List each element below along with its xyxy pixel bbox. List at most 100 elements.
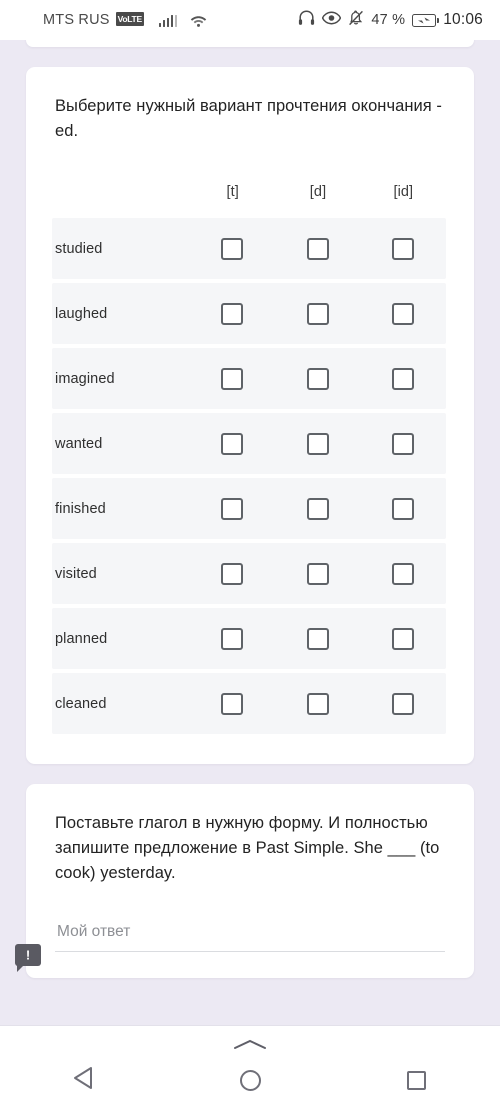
recents-square-icon xyxy=(407,1070,427,1090)
grid-cell-laughed-t[interactable] xyxy=(189,302,275,325)
alert-tooltip-icon[interactable]: ! xyxy=(15,944,41,972)
grid-cell-finished-t[interactable] xyxy=(189,497,275,520)
grid-cell-visited-d[interactable] xyxy=(275,562,361,585)
grid-cell-planned-t[interactable] xyxy=(189,627,275,650)
grid-cell-visited-id[interactable] xyxy=(360,562,446,585)
checkbox-icon[interactable] xyxy=(392,497,415,520)
grid-row-laughed: laughed xyxy=(52,283,446,344)
grid-column-headers: [t] [d] [id] xyxy=(26,184,474,200)
answer-input[interactable] xyxy=(55,923,445,952)
grid-row-visited: visited xyxy=(52,543,446,604)
grid-row-label: finished xyxy=(55,500,106,517)
nav-button-row xyxy=(0,1060,500,1100)
grid-row-studied: studied xyxy=(52,218,446,279)
status-bar-right: 47 % 10:06 xyxy=(298,9,483,31)
checkbox-icon[interactable] xyxy=(306,432,329,455)
checkbox-icon[interactable] xyxy=(392,627,415,650)
grid-cell-studied-t[interactable] xyxy=(189,237,275,260)
battery-charging-icon xyxy=(412,13,440,27)
grid-row-planned: planned xyxy=(52,608,446,669)
grid-cell-wanted-d[interactable] xyxy=(275,432,361,455)
grid-cell-cleaned-t[interactable] xyxy=(189,692,275,715)
status-bar: MTS RUS VoLTE 47 % 10:06 xyxy=(0,0,500,40)
nav-home-button[interactable] xyxy=(167,1060,334,1100)
checkbox-icon[interactable] xyxy=(220,432,243,455)
grid-cell-imagined-id[interactable] xyxy=(360,367,446,390)
grid-cell-laughed-id[interactable] xyxy=(360,302,446,325)
carrier-label: MTS RUS xyxy=(43,12,110,28)
battery-percent-label: 47 % xyxy=(371,12,406,28)
grid-column-header-id: [id] xyxy=(393,184,414,200)
android-navigation-bar xyxy=(0,1025,500,1111)
checkbox-icon[interactable] xyxy=(306,692,329,715)
checkbox-icon[interactable] xyxy=(392,562,415,585)
wifi-icon xyxy=(190,14,207,27)
grid-rows: studied laughed imagined wanted finished… xyxy=(26,218,474,734)
volte-badge: VoLTE xyxy=(115,12,144,26)
status-bar-left: MTS RUS VoLTE xyxy=(43,12,207,28)
grid-cell-imagined-t[interactable] xyxy=(189,367,275,390)
checkbox-icon[interactable] xyxy=(220,302,243,325)
grid-cell-finished-d[interactable] xyxy=(275,497,361,520)
home-circle-icon xyxy=(239,1069,261,1091)
bell-muted-icon xyxy=(348,10,364,31)
signal-bars-icon xyxy=(158,14,178,27)
form-scroll-area[interactable]: Выберите нужный вариант прочтения оконча… xyxy=(0,33,500,1025)
grid-row-label: studied xyxy=(55,240,103,257)
grid-row-label: wanted xyxy=(55,435,103,452)
grid-cell-wanted-t[interactable] xyxy=(189,432,275,455)
nav-recents-button[interactable] xyxy=(333,1060,500,1100)
checkbox-icon[interactable] xyxy=(392,367,415,390)
grid-row-finished: finished xyxy=(52,478,446,539)
grid-column-header-t: [t] xyxy=(226,184,239,200)
checkbox-icon[interactable] xyxy=(306,302,329,325)
question-card-2: Поставьте глагол в нужную форму. И полно… xyxy=(26,784,474,978)
nav-back-button[interactable] xyxy=(0,1060,167,1100)
checkbox-icon[interactable] xyxy=(392,692,415,715)
checkbox-icon[interactable] xyxy=(306,562,329,585)
grid-row-imagined: imagined xyxy=(52,348,446,409)
checkbox-icon[interactable] xyxy=(220,562,243,585)
checkbox-icon[interactable] xyxy=(220,627,243,650)
checkbox-icon[interactable] xyxy=(306,237,329,260)
checkbox-icon[interactable] xyxy=(392,237,415,260)
grid-cell-studied-id[interactable] xyxy=(360,237,446,260)
grid-cell-finished-id[interactable] xyxy=(360,497,446,520)
grid-cell-cleaned-id[interactable] xyxy=(360,692,446,715)
checkbox-icon[interactable] xyxy=(306,627,329,650)
grid-cell-cleaned-d[interactable] xyxy=(275,692,361,715)
grid-row-label: cleaned xyxy=(55,695,107,712)
checkbox-icon[interactable] xyxy=(220,367,243,390)
chevron-up-handle-icon[interactable] xyxy=(233,1038,267,1050)
checkbox-icon[interactable] xyxy=(306,497,329,520)
question-1-text: Выберите нужный вариант прочтения оконча… xyxy=(55,97,442,140)
grid-row-label: planned xyxy=(55,630,108,647)
grid-row-wanted: wanted xyxy=(52,413,446,474)
question-2-text: Поставьте глагол в нужную форму. И полно… xyxy=(55,814,440,882)
checkbox-icon[interactable] xyxy=(220,237,243,260)
grid-cell-laughed-d[interactable] xyxy=(275,302,361,325)
back-triangle-icon xyxy=(72,1066,94,1095)
grid-cell-studied-d[interactable] xyxy=(275,237,361,260)
headphones-icon xyxy=(298,9,315,31)
checkbox-icon[interactable] xyxy=(392,302,415,325)
grid-cell-wanted-id[interactable] xyxy=(360,432,446,455)
grid-row-label: imagined xyxy=(55,370,115,387)
grid-cell-imagined-d[interactable] xyxy=(275,367,361,390)
checkbox-icon[interactable] xyxy=(220,497,243,520)
grid-row-cleaned: cleaned xyxy=(52,673,446,734)
clock-label: 10:06 xyxy=(443,11,483,28)
eye-icon xyxy=(322,11,342,30)
grid-head-spacer xyxy=(55,184,190,200)
grid-column-header-d: [d] xyxy=(309,184,327,200)
checkbox-icon[interactable] xyxy=(392,432,415,455)
grid-cell-planned-d[interactable] xyxy=(275,627,361,650)
grid-cell-visited-t[interactable] xyxy=(189,562,275,585)
grid-row-label: visited xyxy=(55,565,97,582)
grid-cell-planned-id[interactable] xyxy=(360,627,446,650)
alert-tooltip-symbol: ! xyxy=(25,947,31,962)
checkbox-icon[interactable] xyxy=(220,692,243,715)
question-card-1: Выберите нужный вариант прочтения оконча… xyxy=(26,67,474,764)
phone-screen: MTS RUS VoLTE 47 % 10:06 Выберите нужный… xyxy=(0,0,500,1111)
checkbox-icon[interactable] xyxy=(306,367,329,390)
